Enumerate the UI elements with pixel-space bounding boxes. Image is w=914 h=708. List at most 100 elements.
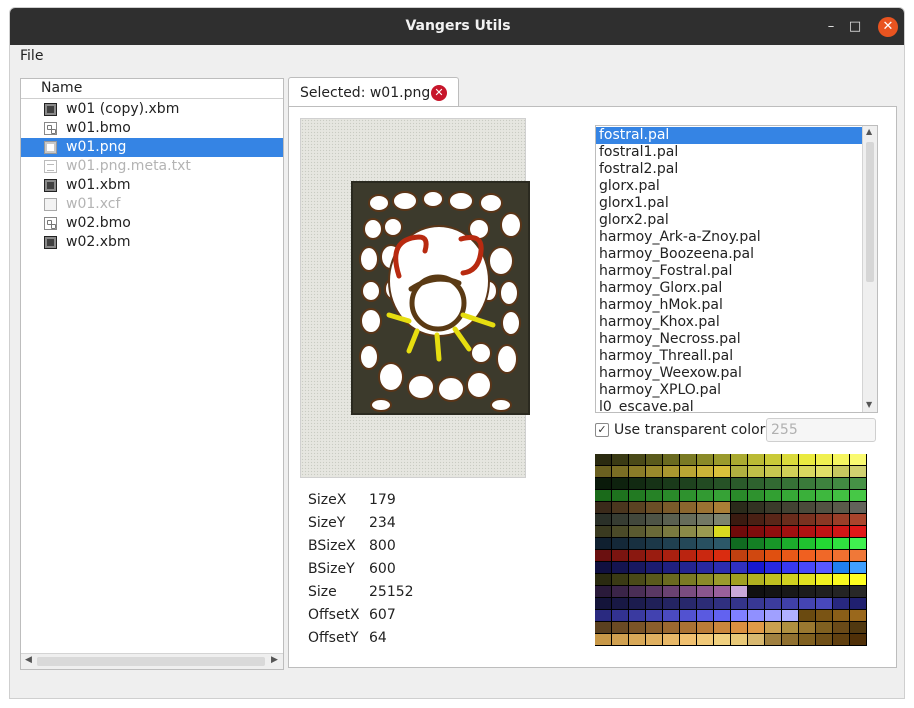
palette-swatch: [782, 574, 798, 585]
palette-item[interactable]: glorx1.pal: [596, 195, 863, 212]
palette-swatch: [680, 490, 696, 501]
close-tab-icon[interactable]: ✕: [431, 85, 447, 101]
palette-item[interactable]: glorx2.pal: [596, 212, 863, 229]
file-tree-item[interactable]: w01.bmo: [21, 119, 283, 138]
palette-swatch: [833, 538, 849, 549]
palette-item[interactable]: l0_escave.pal: [596, 399, 863, 412]
palette-swatch: [612, 562, 628, 573]
scrollbar-thumb[interactable]: [866, 142, 874, 282]
file-tree-item[interactable]: w02.xbm: [21, 233, 283, 252]
file-tree-item[interactable]: w01.png.meta.txt: [21, 157, 283, 176]
vertical-scrollbar[interactable]: ▲ ▼: [862, 126, 877, 412]
property-row: OffsetX 607: [308, 607, 468, 627]
palette-swatch: [612, 598, 628, 609]
palette-swatch: [629, 598, 645, 609]
file-tree[interactable]: Name w01 (copy).xbm w01.bmo w01.png w01.png…: [20, 78, 284, 670]
palette-item[interactable]: fostral1.pal: [596, 144, 863, 161]
palette-item[interactable]: harmoy_Weexow.pal: [596, 365, 863, 382]
transparent-color-checkbox[interactable]: ✓: [595, 423, 609, 437]
close-window-button[interactable]: ✕: [878, 17, 898, 37]
menu-file[interactable]: File: [20, 48, 43, 64]
palette-swatch: [833, 598, 849, 609]
tab-selected-file[interactable]: Selected: w01.png ✕: [288, 77, 459, 107]
palette-swatch: [799, 586, 815, 597]
property-value: 25152: [369, 584, 414, 600]
palette-swatch: [595, 526, 611, 537]
file-tree-item[interactable]: w01.xbm: [21, 176, 283, 195]
palette-swatch: [595, 454, 611, 465]
palette-item[interactable]: fostral.pal: [596, 127, 863, 144]
palette-swatch: [714, 502, 730, 513]
palette-swatch: [680, 550, 696, 561]
maximize-button[interactable]: □: [845, 17, 865, 37]
window-title: Vangers Utils: [405, 18, 511, 34]
palette-swatch: [748, 574, 764, 585]
palette-item[interactable]: harmoy_Ark-a-Znoy.pal: [596, 229, 863, 246]
palette-item[interactable]: glorx.pal: [596, 178, 863, 195]
tree-column-header[interactable]: Name: [21, 79, 283, 99]
palette-swatch: [680, 454, 696, 465]
palette-swatch: [595, 538, 611, 549]
scroll-left-icon[interactable]: ◀: [25, 655, 32, 665]
palette-swatch: [612, 634, 628, 645]
palette-item[interactable]: harmoy_Necross.pal: [596, 331, 863, 348]
palette-item[interactable]: harmoy_Fostral.pal: [596, 263, 863, 280]
palette-item[interactable]: harmoy_Khox.pal: [596, 314, 863, 331]
palette-swatch: [646, 634, 662, 645]
property-key: OffsetY: [308, 630, 359, 646]
palette-swatch: [782, 454, 798, 465]
palette-swatch: [697, 478, 713, 489]
palette-swatch: [714, 526, 730, 537]
palette-swatch: [765, 586, 781, 597]
palette-swatch: [833, 478, 849, 489]
palette-swatch: [612, 490, 628, 501]
scroll-up-icon[interactable]: ▲: [866, 127, 872, 136]
file-tree-item[interactable]: w01 (copy).xbm: [21, 100, 283, 119]
scrollbar-thumb[interactable]: [37, 657, 265, 666]
palette-item[interactable]: harmoy_Glorx.pal: [596, 280, 863, 297]
palette-swatch: [782, 490, 798, 501]
minimize-button[interactable]: –: [821, 17, 841, 37]
palette-swatch: [833, 574, 849, 585]
palette-swatch: [714, 610, 730, 621]
palette-item[interactable]: harmoy_XPLO.pal: [596, 382, 863, 399]
palette-grid: [595, 454, 867, 646]
palette-swatch: [714, 622, 730, 633]
file-tree-item[interactable]: w01.png: [21, 138, 283, 157]
palette-swatch: [833, 502, 849, 513]
preview-image: [351, 181, 530, 415]
palette-swatch: [680, 538, 696, 549]
palette-item[interactable]: harmoy_Boozeena.pal: [596, 246, 863, 263]
palette-swatch: [714, 466, 730, 477]
palette-item[interactable]: fostral2.pal: [596, 161, 863, 178]
transparent-color-input[interactable]: 255: [766, 418, 876, 442]
palette-swatch: [714, 478, 730, 489]
palette-swatch: [782, 550, 798, 561]
palette-swatch: [833, 490, 849, 501]
file-tree-item[interactable]: w01.xcf: [21, 195, 283, 214]
palette-swatch: [714, 562, 730, 573]
file-tree-item[interactable]: w02.bmo: [21, 214, 283, 233]
horizontal-scrollbar[interactable]: ◀ ▶: [21, 653, 283, 669]
palette-swatch: [714, 550, 730, 561]
scroll-down-icon[interactable]: ▼: [866, 400, 872, 409]
title-bar[interactable]: Vangers Utils – □ ✕: [10, 8, 904, 45]
palette-item[interactable]: harmoy_Threall.pal: [596, 348, 863, 365]
palette-swatch: [799, 526, 815, 537]
property-key: SizeY: [308, 515, 346, 531]
palette-swatch: [663, 574, 679, 585]
palette-swatch: [680, 586, 696, 597]
image-file-icon: [44, 141, 57, 154]
property-row: SizeY 234: [308, 515, 468, 535]
palette-swatch: [697, 610, 713, 621]
palette-swatch: [850, 622, 866, 633]
palette-swatch: [816, 514, 832, 525]
scroll-right-icon[interactable]: ▶: [271, 655, 278, 665]
palette-item[interactable]: harmoy_hMok.pal: [596, 297, 863, 314]
palette-swatch: [850, 514, 866, 525]
palette-swatch: [731, 478, 747, 489]
palette-swatch: [816, 454, 832, 465]
palette-swatch: [629, 562, 645, 573]
palette-swatch: [680, 610, 696, 621]
palette-list[interactable]: fostral.pal fostral1.pal fostral2.pal glorx…: [595, 125, 878, 413]
